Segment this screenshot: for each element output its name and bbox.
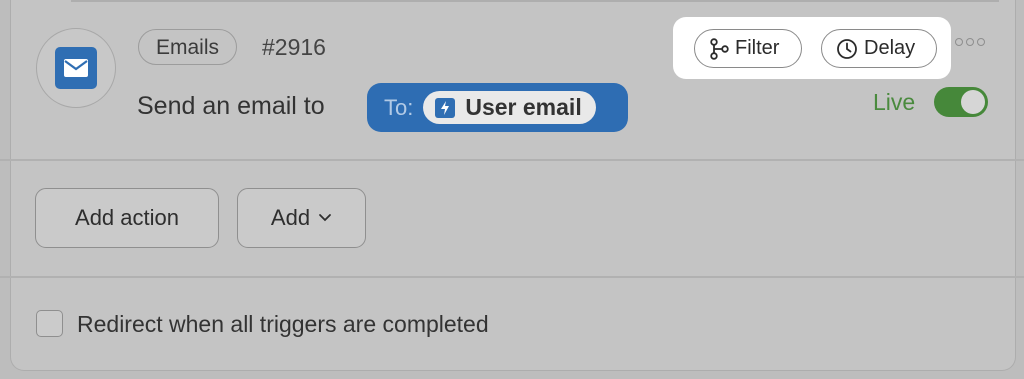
redirect-label: Redirect when all triggers are completed (77, 311, 489, 337)
section-divider (0, 276, 1024, 278)
filter-button[interactable]: Filter (694, 29, 802, 68)
step-description: Send an email to (137, 92, 325, 120)
top-divider (71, 0, 999, 2)
clock-icon (837, 38, 857, 59)
delay-button[interactable]: Delay (821, 29, 937, 68)
to-label: To: (384, 94, 414, 120)
add-action-label: Add action (75, 205, 179, 230)
bolt-icon (435, 97, 456, 118)
toggle-knob (961, 90, 985, 114)
recipient-token[interactable]: User email (423, 91, 596, 124)
more-icon[interactable] (955, 38, 985, 46)
step-type-tag: Emails (138, 29, 238, 65)
section-divider (0, 159, 1024, 161)
add-dropdown-button[interactable]: Add (237, 188, 366, 248)
add-action-button[interactable]: Add action (35, 188, 219, 248)
recipient-field[interactable]: To: User email (367, 83, 628, 132)
step-number: #2916 (262, 34, 326, 60)
add-label: Add (270, 205, 311, 230)
redirect-checkbox[interactable] (36, 310, 63, 337)
filter-label: Filter (735, 37, 780, 59)
delay-label: Delay (864, 37, 916, 59)
live-status-label: Live (873, 89, 916, 115)
recipient-token-label: User email (465, 94, 582, 120)
branch-icon (710, 37, 729, 60)
chevron-down-icon (319, 214, 331, 222)
live-toggle[interactable] (934, 87, 988, 117)
mail-icon (55, 47, 97, 89)
email-step-icon (36, 28, 116, 108)
